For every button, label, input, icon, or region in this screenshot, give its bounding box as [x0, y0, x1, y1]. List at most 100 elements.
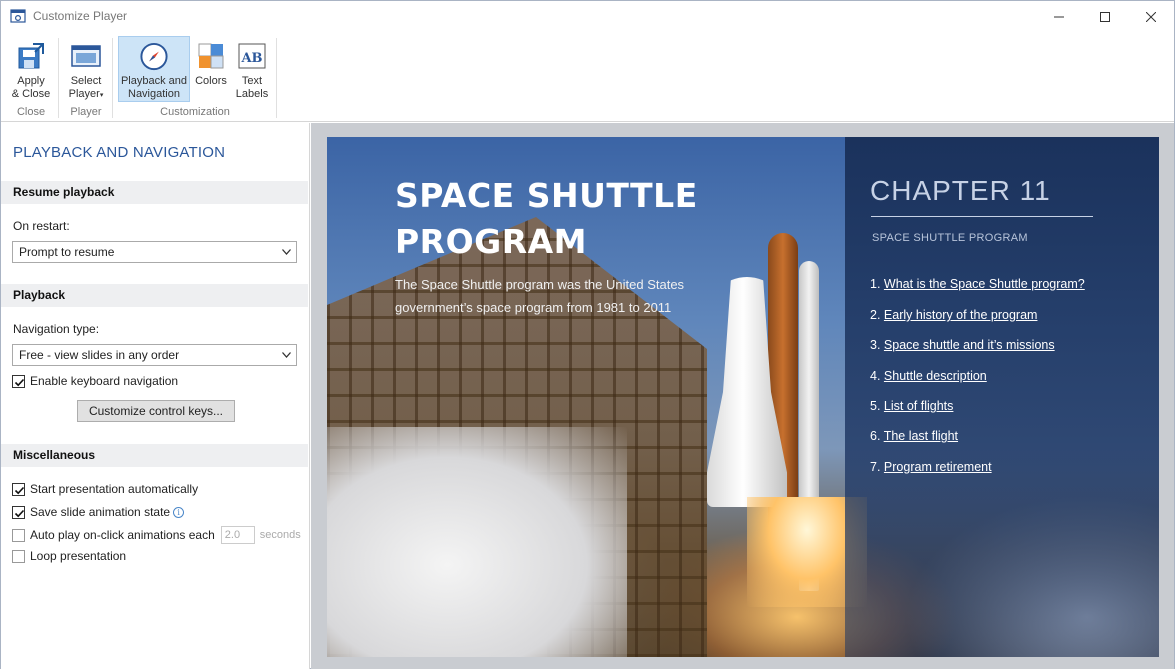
toc-link[interactable]: Space shuttle and it’s missions [884, 338, 1055, 352]
settings-panel: PLAYBACK AND NAVIGATION Resume playback … [1, 123, 310, 669]
apply-close-icon [18, 43, 44, 69]
close-button[interactable] [1128, 1, 1174, 32]
slide-title-line-1: SPACE SHUTTLE [395, 176, 698, 215]
toc-number: 1. [870, 277, 881, 291]
slide-description-line-1: The Space Shuttle program was the United… [395, 277, 685, 292]
colors-icon [198, 43, 224, 69]
text-labels-button[interactable]: AB Text Labels [231, 36, 273, 102]
auto-play-label: Auto play on-click animations each [30, 528, 215, 542]
loop-presentation-label: Loop presentation [30, 549, 127, 563]
toc-item[interactable]: 4. Shuttle description [870, 369, 987, 383]
apply-close-button[interactable]: Apply & Close [7, 36, 55, 102]
section-miscellaneous: Miscellaneous [1, 444, 308, 467]
section-resume-playback: Resume playback [1, 181, 308, 204]
text-labels-label-2: Labels [235, 88, 269, 100]
chapter-panel [845, 137, 1159, 657]
save-animation-state-label: Save slide animation state [30, 505, 171, 519]
playback-navigation-button[interactable]: Playback and Navigation [118, 36, 190, 102]
on-restart-select[interactable]: Prompt to resume [12, 241, 297, 263]
ribbon-group-label: Player [70, 106, 102, 118]
compass-icon [140, 42, 168, 71]
toc-number: 4. [870, 369, 881, 383]
smoke-image [327, 427, 627, 657]
select-player-label-text: Player [68, 88, 100, 100]
title-bar: Customize Player [1, 1, 1174, 32]
loop-presentation-row: Loop presentation [12, 549, 126, 563]
slide-description-line-2: government’s space program from 1981 to … [395, 300, 672, 315]
on-restart-label: On restart: [13, 219, 70, 233]
text-labels-icon: AB [238, 43, 266, 69]
checkmark-icon [14, 509, 25, 517]
ribbon-separator [276, 38, 277, 118]
toc-item[interactable]: 5. List of flights [870, 399, 953, 413]
toc-item[interactable]: 3. Space shuttle and it’s missions [870, 338, 1055, 352]
toc-item[interactable]: 6. The last flight [870, 429, 958, 443]
chevron-down-icon: ▾ [99, 92, 104, 99]
maximize-icon [1100, 11, 1110, 22]
auto-play-seconds-input[interactable]: 2.0 [220, 526, 255, 544]
auto-play-checkbox[interactable] [12, 528, 25, 542]
toc-item[interactable]: 1. What is the Space Shuttle program? [870, 277, 1085, 291]
toc-link[interactable]: Shuttle description [884, 369, 987, 383]
player-preview-area: SPACE SHUTTLE PROGRAM The Space Shuttle … [311, 123, 1174, 669]
auto-play-row: Auto play on-click animations each 2.0 s… [12, 526, 301, 544]
ribbon: Apply & Close Close Select Player▾ Playe… [1, 32, 1174, 122]
navigation-type-label: Navigation type: [13, 322, 100, 336]
select-player-label-1: Select [70, 75, 102, 87]
info-icon[interactable]: i [173, 506, 185, 518]
close-icon [1146, 11, 1156, 22]
toc-link[interactable]: Program retirement [884, 460, 992, 474]
apply-close-label-1: Apply [17, 75, 45, 87]
slide-preview: SPACE SHUTTLE PROGRAM The Space Shuttle … [327, 137, 1159, 657]
text-labels-label-1: Text [241, 75, 263, 87]
keyboard-navigation-row: Enable keyboard navigation [12, 374, 178, 388]
toc-item[interactable]: 2. Early history of the program [870, 308, 1037, 322]
toc-link[interactable]: What is the Space Shuttle program? [884, 277, 1085, 291]
slide-description: The Space Shuttle program was the United… [395, 273, 695, 319]
on-restart-value: Prompt to resume [19, 245, 115, 259]
select-player-label-2: Player▾ [69, 88, 104, 102]
section-playback: Playback [1, 284, 308, 307]
checkmark-icon [14, 486, 25, 494]
toc-link[interactable]: The last flight [884, 429, 958, 443]
slide-title: SPACE SHUTTLE PROGRAM [395, 173, 735, 265]
colors-label: Colors [195, 75, 227, 87]
toc-number: 6. [870, 429, 881, 443]
start-automatically-checkbox[interactable] [12, 482, 25, 496]
window-title: Customize Player [33, 9, 128, 23]
save-animation-state-row: Save slide animation state i [12, 505, 185, 519]
colors-button[interactable]: Colors [191, 36, 231, 102]
toc-number: 5. [870, 399, 881, 413]
minimize-button[interactable] [1036, 1, 1082, 32]
checkmark-icon [14, 378, 25, 386]
toc-number: 7. [870, 460, 881, 474]
ribbon-group-label: Customization [160, 106, 230, 118]
apply-close-label-2: & Close [11, 88, 51, 100]
keyboard-navigation-label: Enable keyboard navigation [30, 374, 179, 388]
start-automatically-label: Start presentation automatically [30, 482, 199, 496]
toc-link[interactable]: Early history of the program [884, 308, 1038, 322]
slide-title-line-2: PROGRAM [395, 222, 588, 261]
toc-number: 3. [870, 338, 881, 352]
ribbon-group-close: Apply & Close Close [3, 34, 59, 120]
loop-presentation-checkbox[interactable] [12, 549, 25, 563]
playback-navigation-label-1: Playback and [120, 75, 188, 87]
toc-number: 2. [870, 308, 881, 322]
select-player-button[interactable]: Select Player▾ [62, 36, 110, 102]
chevron-down-icon [282, 352, 291, 358]
ribbon-group-label: Close [16, 106, 46, 118]
panel-title: PLAYBACK AND NAVIGATION [13, 144, 226, 161]
customize-control-keys-button[interactable]: Customize control keys... [77, 400, 235, 422]
select-player-icon [71, 45, 101, 67]
app-icon [10, 8, 26, 24]
start-automatically-row: Start presentation automatically [12, 482, 198, 496]
toc-link[interactable]: List of flights [884, 399, 953, 413]
customize-player-window: Customize Player Apply & Close Close Sel… [0, 0, 1175, 669]
save-animation-state-checkbox[interactable] [12, 505, 25, 519]
ribbon-group-player: Select Player▾ Player [59, 34, 113, 120]
toc-item[interactable]: 7. Program retirement [870, 460, 992, 474]
chapter-subtitle: SPACE SHUTTLE PROGRAM [872, 232, 1028, 244]
navigation-type-select[interactable]: Free - view slides in any order [12, 344, 297, 366]
maximize-button[interactable] [1082, 1, 1128, 32]
keyboard-navigation-checkbox[interactable] [12, 374, 25, 388]
